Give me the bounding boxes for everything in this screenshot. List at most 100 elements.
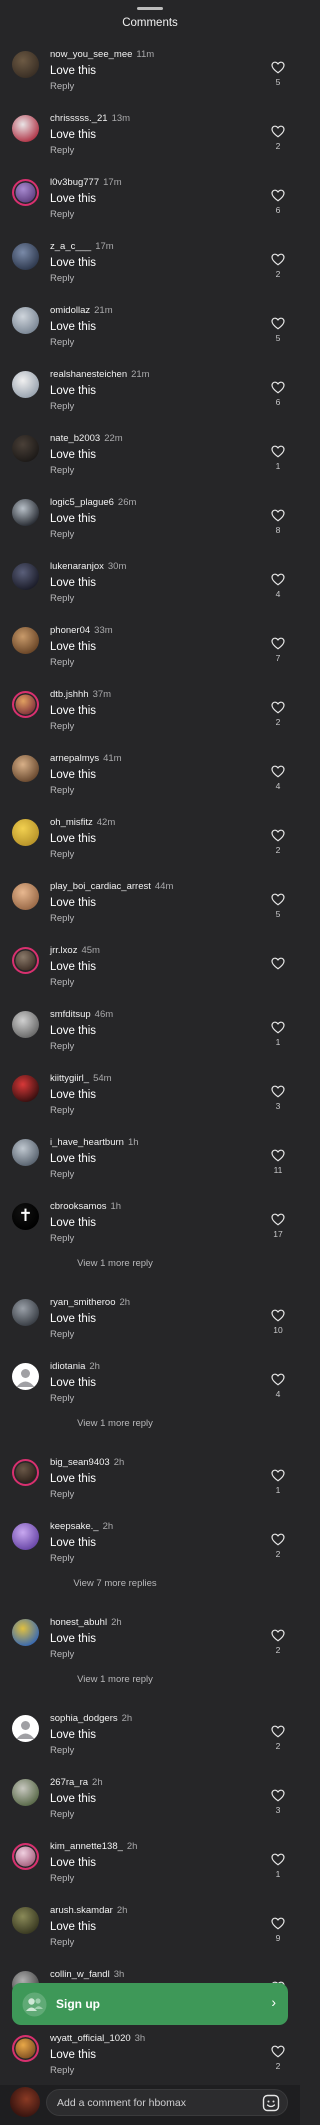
comment-username[interactable]: chrisssss._21: [50, 113, 108, 124]
comment-username[interactable]: honest_abuhl: [50, 1617, 107, 1628]
reply-button[interactable]: Reply: [50, 1873, 74, 1885]
reply-button[interactable]: Reply: [50, 1329, 74, 1341]
drag-handle[interactable]: [137, 7, 163, 10]
reply-button[interactable]: Reply: [50, 913, 74, 925]
comment-username[interactable]: idiotania: [50, 1361, 85, 1372]
avatar[interactable]: [12, 1779, 39, 1806]
like-button[interactable]: 6: [270, 189, 286, 215]
like-button[interactable]: 5: [270, 61, 286, 87]
avatar[interactable]: [12, 563, 39, 590]
reply-button[interactable]: Reply: [50, 1553, 74, 1565]
like-button[interactable]: 11: [270, 1149, 286, 1175]
comment-username[interactable]: keepsake._: [50, 1521, 99, 1532]
reply-button[interactable]: Reply: [50, 81, 74, 93]
comment-username[interactable]: dtb.jshhh: [50, 689, 89, 700]
reply-button[interactable]: Reply: [50, 209, 74, 221]
reply-button[interactable]: Reply: [50, 465, 74, 477]
like-button[interactable]: [270, 957, 286, 973]
like-button[interactable]: 2: [270, 829, 286, 855]
reply-button[interactable]: Reply: [50, 1937, 74, 1949]
reply-button[interactable]: Reply: [50, 657, 74, 669]
avatar[interactable]: [12, 51, 39, 78]
comment-username[interactable]: arush.skamdar: [50, 1905, 113, 1916]
comment-username[interactable]: phoner04: [50, 625, 90, 636]
reply-button[interactable]: Reply: [50, 1745, 74, 1757]
like-button[interactable]: 3: [270, 1789, 286, 1815]
reply-button[interactable]: Reply: [50, 1809, 74, 1821]
avatar[interactable]: [12, 1715, 39, 1742]
avatar[interactable]: [12, 179, 39, 206]
like-button[interactable]: 10: [270, 1309, 286, 1335]
like-button[interactable]: 7: [270, 637, 286, 663]
reply-button[interactable]: Reply: [50, 1393, 74, 1405]
reply-button[interactable]: Reply: [50, 273, 74, 285]
comment-username[interactable]: jrr.lxoz: [50, 945, 77, 956]
comment-username[interactable]: cbrooksamos: [50, 1201, 107, 1212]
like-button[interactable]: 5: [270, 317, 286, 343]
like-button[interactable]: 4: [270, 573, 286, 599]
like-button[interactable]: 2: [270, 701, 286, 727]
avatar[interactable]: [12, 1299, 39, 1326]
like-button[interactable]: 2: [270, 1629, 286, 1655]
comment-username[interactable]: big_sean9403: [50, 1457, 110, 1468]
avatar[interactable]: [12, 1523, 39, 1550]
like-button[interactable]: 1: [270, 445, 286, 471]
reply-button[interactable]: Reply: [50, 977, 74, 989]
avatar[interactable]: [12, 243, 39, 270]
avatar[interactable]: [12, 435, 39, 462]
reply-button[interactable]: Reply: [50, 529, 74, 541]
like-button[interactable]: 4: [270, 765, 286, 791]
like-button[interactable]: 2: [270, 2045, 286, 2071]
comment-username[interactable]: oh_misfitz: [50, 817, 93, 828]
comment-username[interactable]: kiittygiirl_: [50, 1073, 89, 1084]
reply-button[interactable]: Reply: [50, 1233, 74, 1245]
like-button[interactable]: 1: [270, 1853, 286, 1879]
comment-username[interactable]: kim_annette138_: [50, 1841, 123, 1852]
avatar[interactable]: [12, 691, 39, 718]
reply-button[interactable]: Reply: [50, 593, 74, 605]
avatar[interactable]: [12, 307, 39, 334]
avatar[interactable]: [12, 2035, 39, 2062]
comment-username[interactable]: i_have_heartburn: [50, 1137, 124, 1148]
avatar[interactable]: [12, 1075, 39, 1102]
avatar[interactable]: [12, 1011, 39, 1038]
reply-button[interactable]: Reply: [50, 1041, 74, 1053]
reply-button[interactable]: Reply: [50, 785, 74, 797]
avatar[interactable]: [12, 883, 39, 910]
view-more-replies-button[interactable]: View 7 more replies: [0, 1578, 230, 1589]
comment-input[interactable]: Add a comment for hbomax: [46, 2089, 288, 2116]
comment-username[interactable]: l0v3bug777: [50, 177, 99, 188]
avatar[interactable]: [12, 1907, 39, 1934]
view-more-replies-button[interactable]: View 1 more reply: [0, 1258, 230, 1269]
avatar[interactable]: [12, 371, 39, 398]
reply-button[interactable]: Reply: [50, 1105, 74, 1117]
comment-username[interactable]: z_a_c___: [50, 241, 91, 252]
like-button[interactable]: 2: [270, 1725, 286, 1751]
avatar[interactable]: [12, 947, 39, 974]
view-more-replies-button[interactable]: View 1 more reply: [0, 1418, 230, 1429]
like-button[interactable]: 5: [270, 893, 286, 919]
comment-username[interactable]: lukenaranjox: [50, 561, 104, 572]
reply-button[interactable]: Reply: [50, 145, 74, 157]
avatar[interactable]: [12, 1843, 39, 1870]
reply-button[interactable]: Reply: [50, 721, 74, 733]
reply-button[interactable]: Reply: [50, 2065, 74, 2077]
avatar[interactable]: [12, 1619, 39, 1646]
emoji-sticker-icon[interactable]: [261, 2093, 281, 2113]
reply-button[interactable]: Reply: [50, 401, 74, 413]
like-button[interactable]: 2: [270, 125, 286, 151]
like-button[interactable]: 2: [270, 253, 286, 279]
like-button[interactable]: 6: [270, 381, 286, 407]
avatar[interactable]: [12, 1139, 39, 1166]
avatar[interactable]: [12, 1459, 39, 1486]
comment-username[interactable]: arnepalmys: [50, 753, 99, 764]
avatar[interactable]: [12, 819, 39, 846]
like-button[interactable]: 1: [270, 1469, 286, 1495]
like-button[interactable]: 2: [270, 1533, 286, 1559]
comment-username[interactable]: wyatt_official_1020: [50, 2033, 131, 2044]
comment-username[interactable]: sophia_dodgers: [50, 1713, 118, 1724]
reply-button[interactable]: Reply: [50, 1169, 74, 1181]
avatar[interactable]: [12, 499, 39, 526]
like-button[interactable]: 4: [270, 1373, 286, 1399]
reply-button[interactable]: Reply: [50, 849, 74, 861]
